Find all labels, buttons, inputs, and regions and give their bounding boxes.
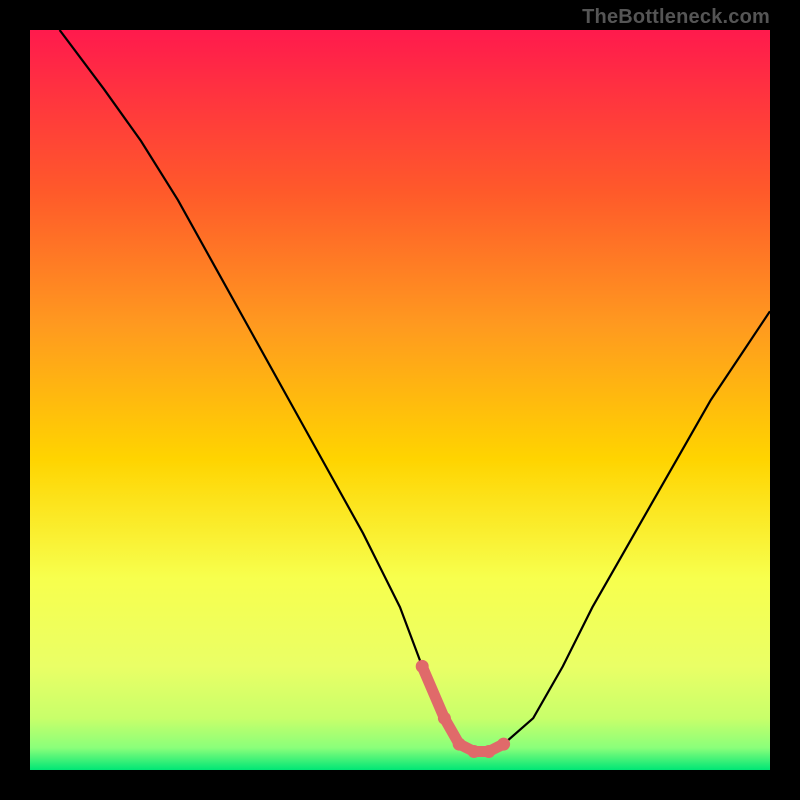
bottleneck-curve (60, 30, 770, 752)
watermark-text: TheBottleneck.com (582, 6, 770, 29)
trough-highlight (422, 666, 503, 751)
plot-area (30, 30, 770, 770)
trough-point (497, 738, 510, 751)
trough-point (482, 745, 495, 758)
trough-point (438, 712, 451, 725)
trough-point (468, 745, 481, 758)
trough-point (453, 738, 466, 751)
curve-layer (30, 30, 770, 770)
chart-container: TheBottleneck.com (0, 0, 800, 800)
trough-point (416, 660, 429, 673)
